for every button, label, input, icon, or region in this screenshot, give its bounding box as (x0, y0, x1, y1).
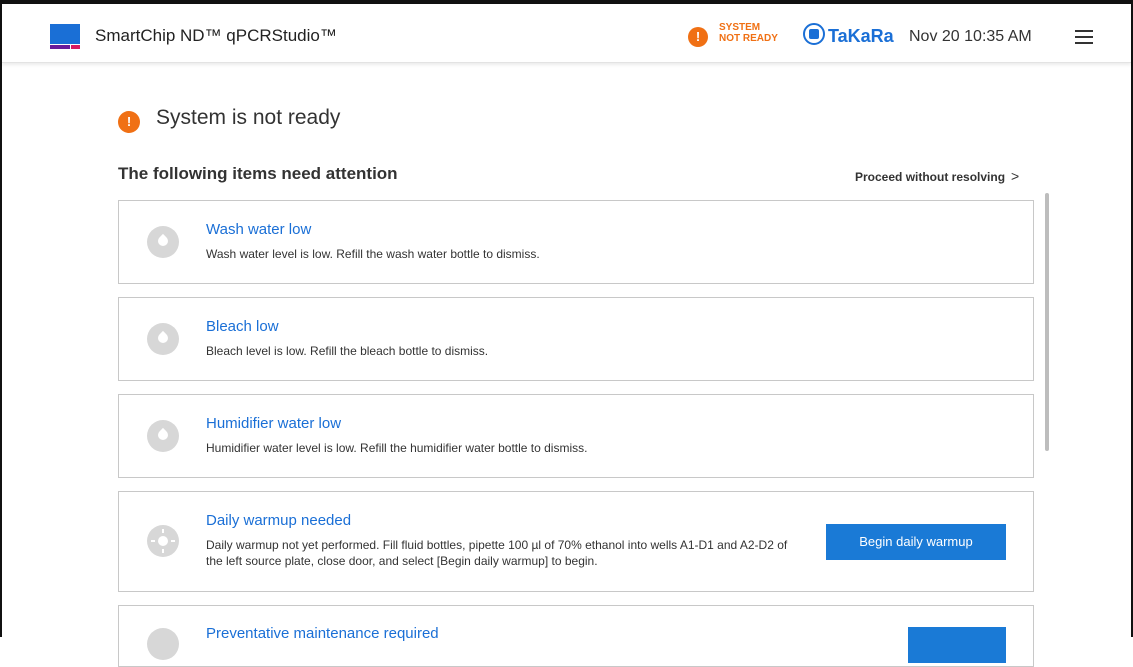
maintenance-action-button[interactable] (908, 627, 1006, 663)
sun-icon (147, 525, 179, 557)
status-line-2: NOT READY (719, 33, 778, 44)
proceed-without-resolving-link[interactable]: Proceed without resolving > (855, 168, 1019, 184)
proceed-label: Proceed without resolving (855, 170, 1006, 184)
item-title[interactable]: Humidifier water low (206, 415, 341, 432)
item-title[interactable]: Wash water low (206, 221, 311, 238)
item-title[interactable]: Daily warmup needed (206, 512, 351, 529)
system-status-badge: SYSTEM NOT READY (719, 22, 778, 44)
begin-daily-warmup-button[interactable]: Begin daily warmup (826, 524, 1006, 560)
brand-logo: TaKaRa (803, 23, 894, 47)
scrollbar-thumb[interactable] (1045, 193, 1049, 451)
item-description: Daily warmup not yet performed. Fill flu… (206, 538, 788, 568)
attention-item-bleach: Bleach low Bleach level is low. Refill t… (118, 297, 1034, 381)
water-drop-icon (147, 420, 179, 452)
status-line-1: SYSTEM (719, 22, 761, 33)
brand-seal-icon (803, 23, 825, 45)
section-title: The following items need attention (118, 164, 398, 183)
page-title: System is not ready (156, 106, 341, 129)
item-title[interactable]: Bleach low (206, 318, 279, 335)
page-alert-icon: ! (118, 111, 140, 133)
item-description: Bleach level is low. Refill the bleach b… (206, 344, 489, 358)
app-header: SmartChip ND™ qPCRStudio™ ! SYSTEM NOT R… (2, 4, 1131, 63)
item-title[interactable]: Preventative maintenance required (206, 625, 439, 642)
item-description: Humidifier water level is low. Refill th… (206, 441, 588, 455)
datetime-display: Nov 20 10:35 AM (909, 28, 1032, 45)
attention-item-humidifier-water: Humidifier water low Humidifier water le… (118, 394, 1034, 478)
chevron-right-icon: > (1011, 168, 1020, 184)
app-logo-icon (50, 24, 80, 49)
maintenance-icon (147, 628, 179, 660)
app-title: SmartChip ND™ qPCRStudio™ (95, 26, 337, 45)
attention-item-preventative-maintenance: Preventative maintenance required (118, 605, 1034, 667)
water-drop-icon (147, 226, 179, 258)
status-alert-icon: ! (688, 27, 708, 47)
attention-item-daily-warmup: Daily warmup needed Daily warmup not yet… (118, 491, 1034, 592)
brand-name: TaKaRa (828, 26, 894, 46)
window-frame-left (0, 0, 2, 637)
attention-item-wash-water: Wash water low Wash water level is low. … (118, 200, 1034, 284)
water-drop-icon (147, 323, 179, 355)
hamburger-menu-icon[interactable] (1075, 30, 1093, 44)
item-description: Wash water level is low. Refill the wash… (206, 247, 540, 261)
